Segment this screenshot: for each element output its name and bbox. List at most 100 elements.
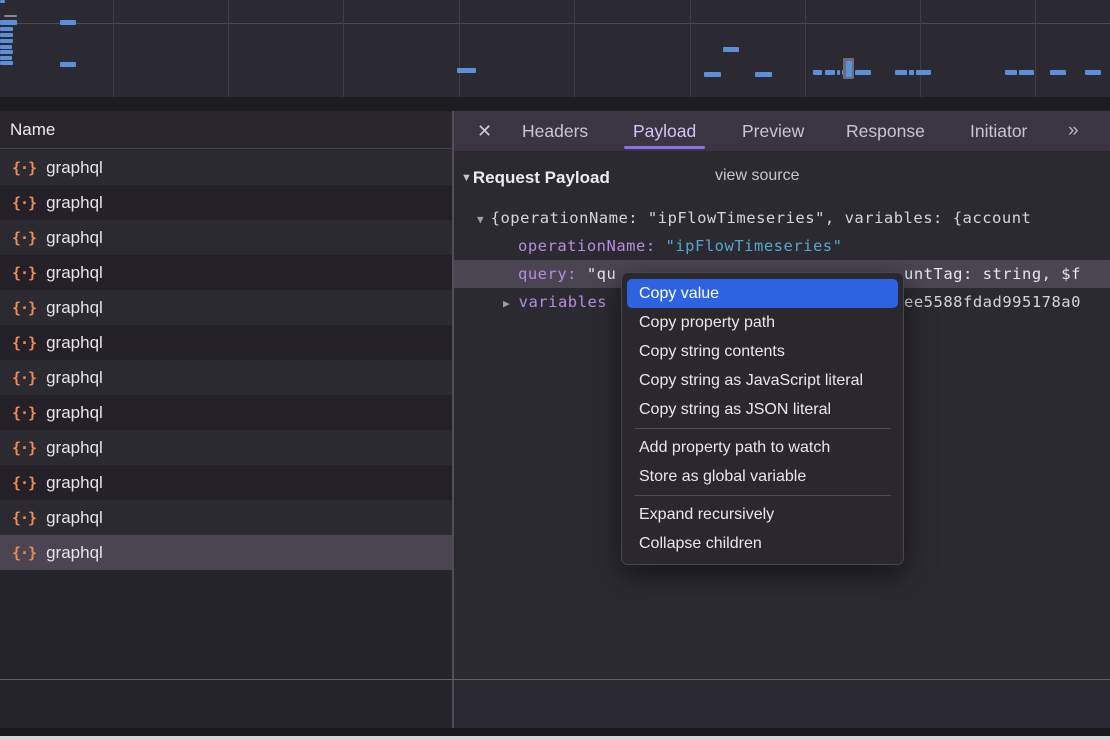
overview-bar	[1085, 70, 1101, 75]
menu-separator	[634, 495, 891, 496]
request-row[interactable]: {·} graphql	[0, 290, 452, 325]
json-braces-icon: {·}	[12, 439, 36, 457]
menu-item-copy-string-as-javascript-literal[interactable]: Copy string as JavaScript literal	[627, 366, 898, 395]
overview-bar	[855, 70, 871, 75]
request-name-label: graphql	[46, 263, 103, 283]
name-column-header[interactable]: Name	[0, 111, 452, 149]
overview-gridline	[920, 0, 921, 97]
payload-tree-row-operationname[interactable]: operationName: "ipFlowTimeseries"	[454, 232, 1110, 260]
overview-bar	[0, 39, 13, 43]
request-name-label: graphql	[46, 508, 103, 528]
overview-bar	[0, 50, 13, 54]
overview-gridline	[690, 0, 691, 97]
overview-gridline	[805, 0, 806, 97]
menu-item-expand-recursively[interactable]: Expand recursively	[627, 500, 898, 529]
expander-closed-icon[interactable]: ▶	[503, 290, 510, 316]
property-value-left: "qu	[587, 265, 617, 283]
overview-bar	[0, 0, 5, 3]
request-row[interactable]: {·} graphql	[0, 255, 452, 290]
close-icon[interactable]: ✕	[477, 111, 492, 151]
overview-bar	[4, 15, 17, 17]
overview-bar	[1005, 70, 1017, 75]
json-braces-icon: {·}	[12, 229, 36, 247]
property-key: variables	[519, 293, 608, 311]
overview-bar	[1050, 70, 1066, 75]
overview-bar	[837, 70, 840, 75]
bottom-bar	[0, 728, 1110, 736]
panel-divider[interactable]	[452, 111, 454, 732]
overview-bar	[755, 72, 772, 77]
object-preview-text: {operationName: "ipFlowTimeseries", vari…	[491, 209, 1032, 227]
tab-payload[interactable]: Payload	[633, 111, 696, 151]
request-name-label: graphql	[46, 333, 103, 353]
property-value-right: untTag: string, $f	[904, 260, 1081, 288]
request-payload-section-header[interactable]: ▼ Request Payload view source	[461, 166, 610, 190]
menu-item-add-property-path-to-watch[interactable]: Add property path to watch	[627, 433, 898, 462]
window-bottom-edge	[0, 736, 1110, 740]
request-row[interactable]: {·} graphql	[0, 220, 452, 255]
more-tabs-icon[interactable]: »	[1068, 111, 1079, 151]
overview-bar	[0, 20, 17, 25]
network-overview-timeline[interactable]	[0, 0, 1110, 97]
json-braces-icon: {·}	[12, 544, 36, 562]
payload-tree-root-row[interactable]: ▼ {operationName: "ipFlowTimeseries", var…	[454, 204, 1110, 232]
tab-headers[interactable]: Headers	[522, 111, 588, 151]
overview-bar	[60, 62, 76, 67]
tab-response[interactable]: Response	[846, 111, 925, 151]
request-name-label: graphql	[46, 298, 103, 318]
detail-tabbar: ✕ » Headers Payload Preview Response Initiat…	[454, 111, 1110, 151]
overview-gridline	[228, 0, 229, 97]
request-row[interactable]: {·}graphql	[0, 500, 452, 535]
request-row[interactable]: {·}graphql	[0, 185, 452, 220]
overview-bar	[846, 61, 852, 77]
tab-preview[interactable]: Preview	[742, 111, 804, 151]
overview-bar	[895, 70, 907, 75]
json-braces-icon: {·}	[12, 264, 36, 282]
menu-item-store-as-global-variable[interactable]: Store as global variable	[627, 462, 898, 491]
tab-initiator[interactable]: Initiator	[970, 111, 1027, 151]
property-key: operationName:	[518, 237, 656, 255]
request-row[interactable]: {·} graphql	[0, 430, 452, 465]
menu-item-copy-string-contents[interactable]: Copy string contents	[627, 337, 898, 366]
menu-item-copy-property-path[interactable]: Copy property path	[627, 308, 898, 337]
json-braces-icon: {·}	[12, 404, 36, 422]
request-row[interactable]: {·}graphql	[0, 535, 452, 570]
overview-gridline	[459, 0, 460, 97]
json-braces-icon: {·}	[12, 369, 36, 387]
footer-divider-line	[0, 679, 1110, 680]
request-row[interactable]: {·} graphql	[0, 325, 452, 360]
request-name-label: graphql	[46, 158, 103, 178]
view-source-link[interactable]: view source	[715, 167, 799, 185]
overview-separator-band	[0, 97, 1110, 111]
expander-open-icon[interactable]: ▼	[477, 206, 484, 232]
overview-bar	[813, 70, 822, 75]
overview-gridline	[1035, 0, 1036, 97]
json-braces-icon: {·}	[12, 299, 36, 317]
request-name-label: graphql	[46, 228, 103, 248]
overview-horizontal-gridline	[0, 23, 1110, 24]
menu-separator	[634, 428, 891, 429]
request-name-label: graphql	[46, 473, 103, 493]
request-name-label: graphql	[46, 403, 103, 423]
json-braces-icon: {·}	[12, 474, 36, 492]
request-row[interactable]: {·} graphql	[0, 360, 452, 395]
overview-bar	[704, 72, 721, 77]
menu-item-copy-value[interactable]: Copy value	[627, 279, 898, 308]
request-name-label: graphql	[46, 438, 103, 458]
request-name-label: graphql	[46, 368, 103, 388]
property-key: query:	[518, 265, 577, 283]
request-row[interactable]: {·} graphql	[0, 150, 452, 185]
overview-bar	[0, 33, 13, 37]
menu-item-copy-string-as-json-literal[interactable]: Copy string as JSON literal	[627, 395, 898, 424]
overview-gridline	[343, 0, 344, 97]
request-row[interactable]: {·} graphql	[0, 395, 452, 430]
overview-bar	[0, 45, 12, 49]
json-braces-icon: {·}	[12, 334, 36, 352]
request-name-label: graphql	[46, 193, 103, 213]
request-row[interactable]: {·} graphql	[0, 465, 452, 500]
json-braces-icon: {·}	[12, 159, 36, 177]
request-list: {·} graphql {·} graphql {·} graphql {·} graphql…	[0, 150, 452, 570]
context-menu: Copy valueCopy property pathCopy string …	[621, 272, 904, 565]
overview-bar	[723, 47, 739, 52]
menu-item-collapse-children[interactable]: Collapse children	[627, 529, 898, 558]
